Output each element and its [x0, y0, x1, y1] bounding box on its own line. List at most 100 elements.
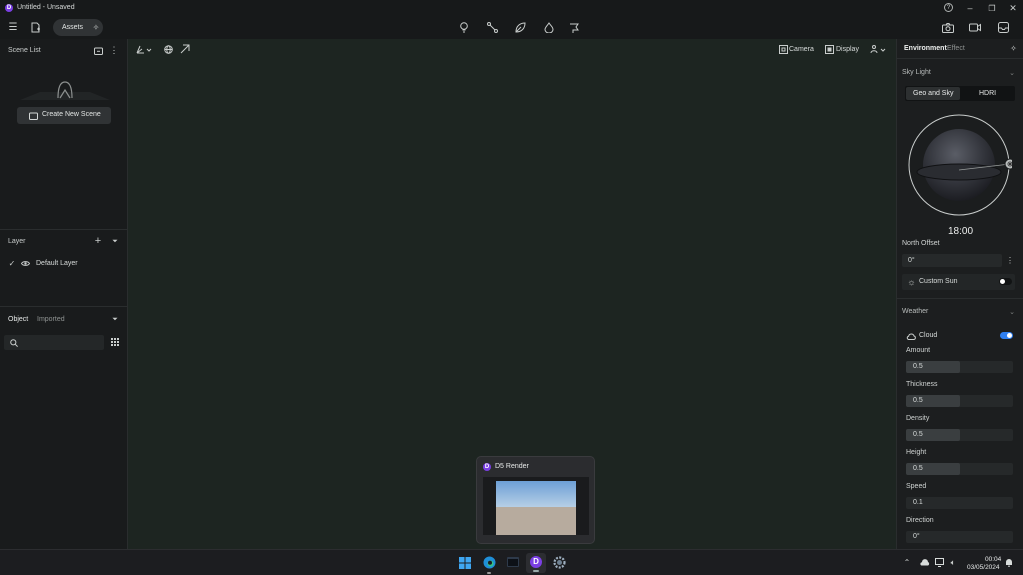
- amount-label: Amount: [906, 347, 931, 354]
- scene-list-title: Scene List: [8, 47, 41, 54]
- amount-slider[interactable]: 0.5: [906, 361, 1013, 373]
- north-offset-more-icon[interactable]: ⋮: [1006, 255, 1014, 266]
- sun-icon: ☼: [907, 276, 916, 287]
- search-icon: [9, 338, 18, 347]
- light-bulb-icon[interactable]: [459, 22, 469, 33]
- clock-time[interactable]: 00:04: [985, 556, 1001, 563]
- tab-object[interactable]: Object: [8, 316, 28, 323]
- settings-gear-icon[interactable]: [553, 556, 566, 569]
- tray-chevron-up-icon[interactable]: ⌃: [903, 558, 911, 567]
- tab-imported[interactable]: Imported: [37, 316, 65, 323]
- minimize-button[interactable]: –: [964, 2, 976, 14]
- path-tool-icon[interactable]: [487, 22, 498, 33]
- globe-icon[interactable]: [163, 44, 173, 54]
- camera-button[interactable]: Camera: [789, 46, 814, 53]
- d5-render-taskbar-button[interactable]: D: [526, 553, 546, 573]
- environment-tool-icon[interactable]: ✧: [1009, 44, 1018, 53]
- export-icon[interactable]: [997, 22, 1009, 33]
- display-button[interactable]: Display: [836, 46, 859, 53]
- thickness-slider[interactable]: 0.5: [906, 395, 1013, 407]
- windows-start-icon[interactable]: [459, 557, 471, 569]
- window-title: Untitled - Unsaved: [17, 4, 75, 11]
- maximize-button[interactable]: ❐: [986, 2, 998, 14]
- close-button[interactable]: ✕: [1007, 2, 1019, 14]
- display-icon[interactable]: [824, 45, 834, 54]
- checkmark-icon[interactable]: ✓: [8, 259, 16, 268]
- sparkle-icon[interactable]: ✧: [91, 22, 101, 32]
- taskbar-preview-popup[interactable]: D D5 Render: [476, 456, 595, 544]
- leaf-icon[interactable]: [515, 22, 526, 33]
- mode-geo-and-sky-label: Geo and Sky: [913, 90, 954, 97]
- transform-tool-icon[interactable]: [136, 44, 152, 54]
- direction-value: 0°: [913, 533, 920, 540]
- weather-title: Weather: [902, 308, 929, 315]
- sun-position-dial[interactable]: [906, 112, 1016, 218]
- menu-icon[interactable]: ☰: [8, 22, 18, 33]
- thickness-label: Thickness: [906, 381, 938, 388]
- grid-view-icon[interactable]: [110, 337, 120, 347]
- screenshot-camera-icon[interactable]: [942, 22, 954, 33]
- video-icon[interactable]: [969, 22, 981, 33]
- speed-slider[interactable]: 0.1: [906, 497, 1013, 509]
- layer-item-default[interactable]: Default Layer: [36, 260, 78, 267]
- object-filter-icon[interactable]: ⏷: [111, 315, 119, 324]
- tab-effect[interactable]: Effect: [947, 45, 965, 52]
- visibility-eye-icon[interactable]: [21, 259, 30, 268]
- clock-date[interactable]: 03/05/2024: [967, 564, 1000, 571]
- layer-filter-icon[interactable]: ⏷: [111, 237, 119, 246]
- sky-light-collapse-icon[interactable]: ⌄: [1008, 68, 1016, 77]
- new-file-icon[interactable]: [30, 21, 40, 33]
- terminal-icon[interactable]: [507, 557, 519, 568]
- volume-icon[interactable]: 🔈︎: [948, 558, 958, 568]
- mode-geo-and-sky[interactable]: Geo and Sky: [906, 87, 960, 100]
- scene-add-icon: [29, 111, 38, 120]
- density-slider[interactable]: 0.5: [906, 429, 1013, 441]
- create-new-scene-label: Create New Scene: [42, 111, 101, 118]
- search-input[interactable]: [22, 337, 100, 348]
- divider: [0, 306, 127, 307]
- add-layer-icon[interactable]: +: [93, 235, 103, 247]
- height-slider[interactable]: 0.5: [906, 463, 1013, 475]
- layer-title: Layer: [8, 238, 26, 245]
- onedrive-cloud-icon[interactable]: [919, 559, 930, 567]
- tab-environment[interactable]: Environment: [904, 45, 947, 52]
- notification-bell-icon[interactable]: [1005, 558, 1013, 568]
- assets-button[interactable]: Assets: [62, 24, 83, 31]
- divider: [0, 229, 127, 230]
- help-icon[interactable]: ?: [944, 3, 953, 12]
- height-value: 0.5: [913, 465, 923, 472]
- weather-collapse-icon[interactable]: ⌄: [1008, 307, 1016, 316]
- object-search-box[interactable]: [4, 335, 104, 350]
- mode-hdri[interactable]: HDRI: [979, 90, 996, 97]
- edge-browser-icon[interactable]: [483, 556, 496, 569]
- cloud-toggle[interactable]: [1000, 332, 1013, 339]
- north-offset-value: 0°: [908, 257, 915, 264]
- create-new-scene-button[interactable]: Create New Scene: [17, 107, 111, 124]
- cloud-icon: [906, 332, 916, 340]
- camera-icon[interactable]: [778, 45, 788, 54]
- north-offset-input[interactable]: 0°: [902, 254, 1002, 267]
- scene-folder-icon[interactable]: [93, 46, 103, 55]
- display-tray-icon[interactable]: [935, 558, 946, 568]
- active-indicator: [533, 570, 539, 572]
- direction-label: Direction: [906, 517, 934, 524]
- density-label: Density: [906, 415, 930, 422]
- density-value: 0.5: [913, 431, 923, 438]
- direction-slider[interactable]: 0°: [906, 531, 1013, 543]
- scene-placeholder-graphic: [20, 78, 110, 102]
- tag-tool-icon[interactable]: [569, 22, 580, 33]
- speed-label: Speed: [906, 483, 927, 490]
- effects-icon[interactable]: [543, 22, 554, 33]
- thickness-value: 0.5: [913, 397, 923, 404]
- measure-tool-icon[interactable]: [179, 44, 190, 54]
- taskbar-dot: [487, 572, 491, 574]
- amount-value: 0.5: [913, 363, 923, 370]
- preview-title: D5 Render: [495, 463, 529, 470]
- custom-sun-toggle[interactable]: [999, 278, 1012, 285]
- divider: [897, 58, 1023, 59]
- more-options-icon[interactable]: ⋮: [110, 45, 119, 56]
- north-offset-label: North Offset: [902, 240, 940, 247]
- assets-group: Assets ✧: [53, 19, 103, 36]
- person-view-icon[interactable]: [870, 44, 887, 54]
- speed-value: 0.1: [913, 499, 923, 506]
